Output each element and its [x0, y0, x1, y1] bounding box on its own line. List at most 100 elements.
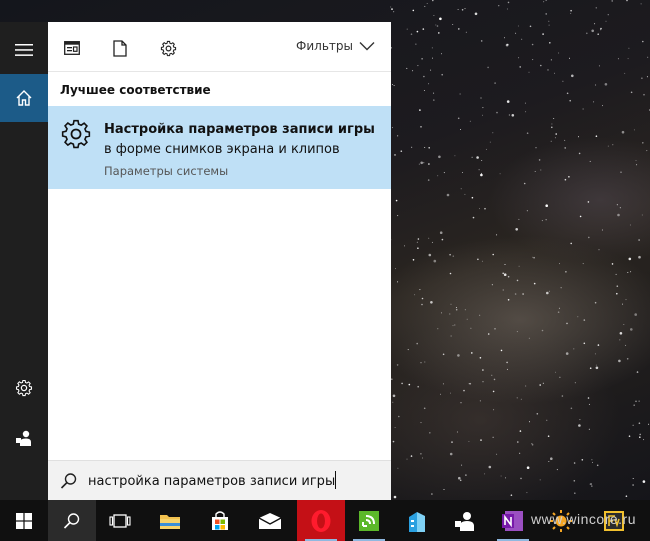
star — [416, 241, 418, 243]
star — [451, 441, 453, 443]
star — [492, 132, 494, 134]
star — [591, 459, 593, 461]
star — [526, 466, 530, 470]
star — [392, 440, 395, 443]
star — [566, 322, 568, 325]
star — [629, 224, 631, 226]
search-icon — [60, 473, 77, 489]
star — [551, 126, 553, 129]
star — [619, 332, 623, 335]
star — [400, 150, 403, 152]
star — [626, 0, 628, 2]
star — [461, 464, 463, 466]
star — [494, 328, 496, 330]
star — [414, 294, 416, 296]
star — [462, 172, 463, 173]
star — [598, 65, 600, 67]
star — [496, 453, 498, 455]
taskbar-search-button[interactable] — [48, 500, 96, 541]
search-input[interactable] — [88, 470, 383, 492]
taskbar-azure-app[interactable] — [393, 500, 441, 541]
star — [459, 479, 462, 482]
star — [470, 327, 472, 329]
menu-button[interactable] — [0, 26, 48, 74]
star — [507, 1, 510, 4]
taskbar-people[interactable] — [441, 500, 489, 541]
user-button[interactable] — [0, 414, 48, 462]
star — [624, 72, 626, 74]
star — [519, 452, 521, 454]
star — [428, 83, 430, 85]
taskbar-onenote[interactable] — [489, 500, 537, 541]
star — [419, 289, 421, 291]
star — [394, 427, 396, 428]
star — [642, 40, 644, 43]
star — [503, 273, 507, 277]
star — [574, 492, 576, 495]
star — [391, 127, 393, 129]
home-button[interactable] — [0, 74, 48, 122]
documents-filter-button[interactable] — [110, 38, 130, 58]
star — [633, 404, 635, 407]
taskbar-file-explorer[interactable] — [146, 500, 194, 541]
star — [515, 32, 517, 34]
star — [417, 385, 419, 388]
star — [612, 144, 614, 146]
star — [441, 73, 443, 76]
star — [422, 457, 423, 459]
taskbar-mail[interactable] — [246, 500, 294, 541]
star — [516, 279, 519, 282]
taskbar-greenshot[interactable] — [345, 500, 393, 541]
star — [437, 175, 439, 177]
window-icon — [64, 41, 80, 55]
star — [454, 155, 456, 157]
star — [543, 1, 545, 3]
star — [564, 178, 567, 181]
star — [600, 29, 602, 31]
star — [635, 160, 637, 161]
task-view-button[interactable] — [96, 500, 144, 541]
filters-dropdown[interactable]: Фильтры — [296, 39, 375, 53]
star — [636, 371, 639, 373]
star — [428, 147, 430, 149]
star — [532, 256, 534, 258]
star — [546, 419, 548, 421]
star — [515, 228, 518, 231]
star — [410, 33, 413, 35]
star — [591, 29, 594, 33]
search-box[interactable] — [48, 460, 391, 500]
star — [468, 383, 470, 385]
star — [618, 359, 621, 363]
star — [550, 59, 552, 61]
star — [523, 182, 526, 185]
star — [595, 84, 597, 86]
star — [630, 328, 633, 331]
search-icon — [63, 512, 80, 529]
star — [628, 257, 632, 261]
star — [551, 123, 553, 125]
star — [547, 435, 550, 438]
star — [548, 290, 550, 292]
star — [641, 77, 643, 79]
settings-button[interactable] — [0, 364, 48, 412]
star — [482, 107, 484, 109]
best-match-result[interactable]: Настройка параметров записи игры в форме… — [48, 106, 391, 189]
star — [418, 163, 420, 165]
star — [534, 171, 536, 172]
settings-filter-button[interactable] — [158, 38, 178, 58]
star — [634, 313, 637, 316]
star — [533, 256, 535, 259]
taskbar-opera[interactable] — [297, 500, 345, 541]
star — [471, 156, 473, 158]
start-button[interactable] — [0, 500, 48, 541]
star — [519, 66, 521, 68]
star — [391, 84, 393, 85]
task-view-icon — [109, 513, 131, 528]
star — [640, 3, 642, 5]
gear-icon — [160, 40, 176, 56]
taskbar-store[interactable] — [196, 500, 244, 541]
star — [577, 316, 579, 318]
star — [548, 20, 550, 22]
apps-filter-button[interactable] — [62, 38, 82, 58]
star — [622, 303, 623, 305]
